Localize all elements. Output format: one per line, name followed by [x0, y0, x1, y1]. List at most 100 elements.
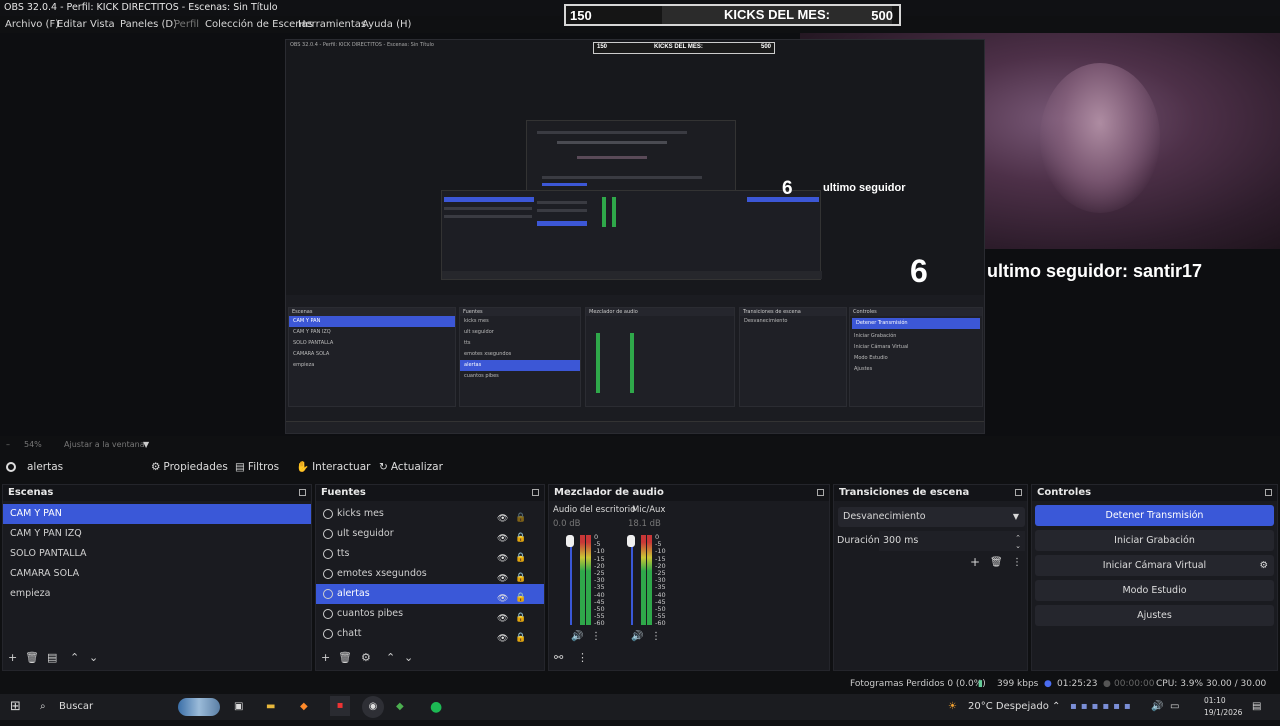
source-type-icon: [323, 509, 333, 519]
menu-ayuda[interactable]: Ayuda (H): [362, 16, 411, 33]
menu-paneles[interactable]: Paneles (D): [120, 16, 177, 33]
volume-knob[interactable]: [566, 535, 574, 547]
gear-icon[interactable]: ⚙: [361, 651, 371, 664]
selected-source: alertas: [6, 455, 63, 479]
source-item[interactable]: emotes xsegundos 👁 🔒: [316, 564, 544, 584]
obs-icon[interactable]: ◉: [362, 696, 384, 718]
app-green-icon[interactable]: ◆: [396, 694, 404, 720]
weather-icon: ☀: [948, 701, 957, 712]
dock-icon[interactable]: [299, 489, 306, 496]
zoom-dropdown-icon[interactable]: ▼: [143, 436, 149, 453]
source-item[interactable]: tts 👁 🔒: [316, 544, 544, 564]
scene-item[interactable]: CAM Y PAN IZQ: [3, 524, 311, 544]
browser-icon[interactable]: ◆: [300, 694, 308, 720]
chevron-up-icon[interactable]: ⌃: [1052, 694, 1060, 720]
settings-button[interactable]: Ajustes: [1035, 605, 1274, 626]
kebab-menu-icon[interactable]: ⋮: [591, 631, 601, 642]
mixer-footer: ⚯ ⋮: [549, 648, 829, 670]
search-box[interactable]: Buscar: [59, 694, 93, 720]
scene-item[interactable]: empieza: [3, 584, 311, 604]
refresh-button[interactable]: ↻ Actualizar: [379, 455, 443, 479]
filter-icon[interactable]: ▤: [47, 651, 57, 664]
bitrate: 399 kbps: [997, 679, 1039, 689]
spotify-icon[interactable]: ●: [430, 694, 442, 720]
add-icon[interactable]: +: [8, 651, 17, 664]
menu-editar[interactable]: Editar: [57, 16, 87, 33]
scene-item[interactable]: CAM Y PAN: [3, 504, 311, 524]
zoom-fit[interactable]: Ajustar a la ventana: [64, 436, 145, 453]
kicks-goal-bar: 150 KICKS DEL MES: 500: [564, 4, 901, 26]
dock-icon[interactable]: [532, 489, 539, 496]
kebab-menu-icon[interactable]: ⋮: [1012, 557, 1022, 568]
volume-knob[interactable]: [627, 535, 635, 547]
mixer-header: Mezclador de audio: [549, 485, 829, 501]
source-item[interactable]: kicks mes 👁 🔒: [316, 504, 544, 524]
menu-coleccion[interactable]: Colección de Escenas: [205, 16, 313, 33]
speaker-icon[interactable]: 🔊: [1151, 694, 1163, 720]
speaker-icon[interactable]: 🔊: [571, 631, 583, 642]
windows-start-icon[interactable]: ⊞: [10, 694, 21, 720]
dock-icon[interactable]: [1015, 489, 1022, 496]
up-icon[interactable]: ⌃: [70, 651, 79, 664]
tray-icons[interactable]: ▪▪▪▪▪▪: [1070, 694, 1135, 720]
search-highlight-image[interactable]: [178, 698, 220, 716]
kicks-label: KICKS DEL MES:: [662, 6, 892, 24]
down-icon[interactable]: ⌄: [404, 651, 413, 664]
level-meter: [641, 535, 646, 625]
trash-icon[interactable]: 🗑: [25, 651, 39, 664]
menu-archivo[interactable]: Archivo (F): [5, 16, 59, 33]
task-view-icon[interactable]: ▣: [234, 694, 243, 720]
filters-button[interactable]: ▤ Filtros: [235, 455, 279, 479]
kebab-menu-icon[interactable]: ⋮: [651, 631, 661, 642]
start-recording-button[interactable]: Iniciar Grabación: [1035, 530, 1274, 551]
menu-vista[interactable]: Vista: [90, 16, 115, 33]
trash-icon[interactable]: 🗑: [990, 557, 1003, 568]
source-item[interactable]: chatt 👁 🔒: [316, 624, 544, 644]
trash-icon[interactable]: 🗑: [338, 651, 352, 664]
scene-item[interactable]: CAMARA SOLA: [3, 564, 311, 584]
file-explorer-icon[interactable]: ▬: [266, 694, 275, 720]
add-icon[interactable]: +: [970, 555, 980, 569]
start-virtual-cam-button[interactable]: Iniciar Cámara Virtual ⚙: [1035, 555, 1274, 576]
scene-item[interactable]: SOLO PANTALLA: [3, 544, 311, 564]
preview-canvas[interactable]: OBS 32.0.4 - Perfil: KICK DIRECTITOS - E…: [0, 33, 1280, 436]
stepper-down-icon[interactable]: ⌄: [1015, 536, 1021, 556]
clock-date[interactable]: 19/1/2026: [1204, 700, 1242, 726]
notification-icon[interactable]: ▤: [1252, 694, 1261, 720]
app-icon[interactable]: ▪: [330, 696, 350, 716]
add-icon[interactable]: +: [321, 651, 330, 664]
level-meter: [647, 535, 652, 625]
stop-stream-button[interactable]: Detener Transmisión: [1035, 505, 1274, 526]
lock-icon[interactable]: 🔒: [515, 628, 526, 648]
source-item[interactable]: alertas 👁 🔒: [316, 584, 544, 604]
studio-mode-button[interactable]: Modo Estudio: [1035, 580, 1274, 601]
zoom-minus-icon[interactable]: –: [6, 436, 10, 453]
battery-icon[interactable]: ▭: [1170, 694, 1179, 720]
refresh-icon: ↻: [379, 461, 388, 473]
level-meter: [586, 535, 591, 625]
sources-header: Fuentes: [316, 485, 544, 501]
eye-icon[interactable]: 👁: [497, 629, 508, 649]
menu-perfil[interactable]: Perfil: [174, 16, 199, 33]
source-item[interactable]: ult seguidor 👁 🔒: [316, 524, 544, 544]
zoom-value[interactable]: 54%: [24, 436, 42, 453]
speaker-icon[interactable]: 🔊: [631, 631, 643, 642]
search-icon[interactable]: ⌕: [40, 694, 46, 720]
scenes-panel: Escenas CAM Y PAN CAM Y PAN IZQ SOLO PAN…: [2, 484, 312, 671]
volume-slider[interactable]: [631, 535, 633, 625]
down-icon[interactable]: ⌄: [89, 651, 98, 664]
source-item[interactable]: cuantos pibes 👁 🔒: [316, 604, 544, 624]
kebab-menu-icon[interactable]: ⋮: [577, 651, 588, 664]
transition-select[interactable]: Desvanecimiento ▼: [838, 507, 1025, 527]
dock-icon[interactable]: [1265, 489, 1272, 496]
volume-slider[interactable]: [570, 535, 572, 625]
up-icon[interactable]: ⌃: [386, 651, 395, 664]
properties-button[interactable]: ⚙ Propiedades: [151, 455, 228, 479]
interact-button[interactable]: ✋ Interactuar: [296, 455, 370, 479]
link-icon[interactable]: ⚯: [554, 651, 563, 664]
duration-input[interactable]: 300 ms ⌃ ⌄: [879, 531, 1025, 551]
nested-preview-deep: [526, 120, 736, 195]
dock-icon[interactable]: [817, 489, 824, 496]
menu-herramientas[interactable]: Herramientas: [298, 16, 366, 33]
gear-icon[interactable]: ⚙: [1259, 555, 1268, 576]
